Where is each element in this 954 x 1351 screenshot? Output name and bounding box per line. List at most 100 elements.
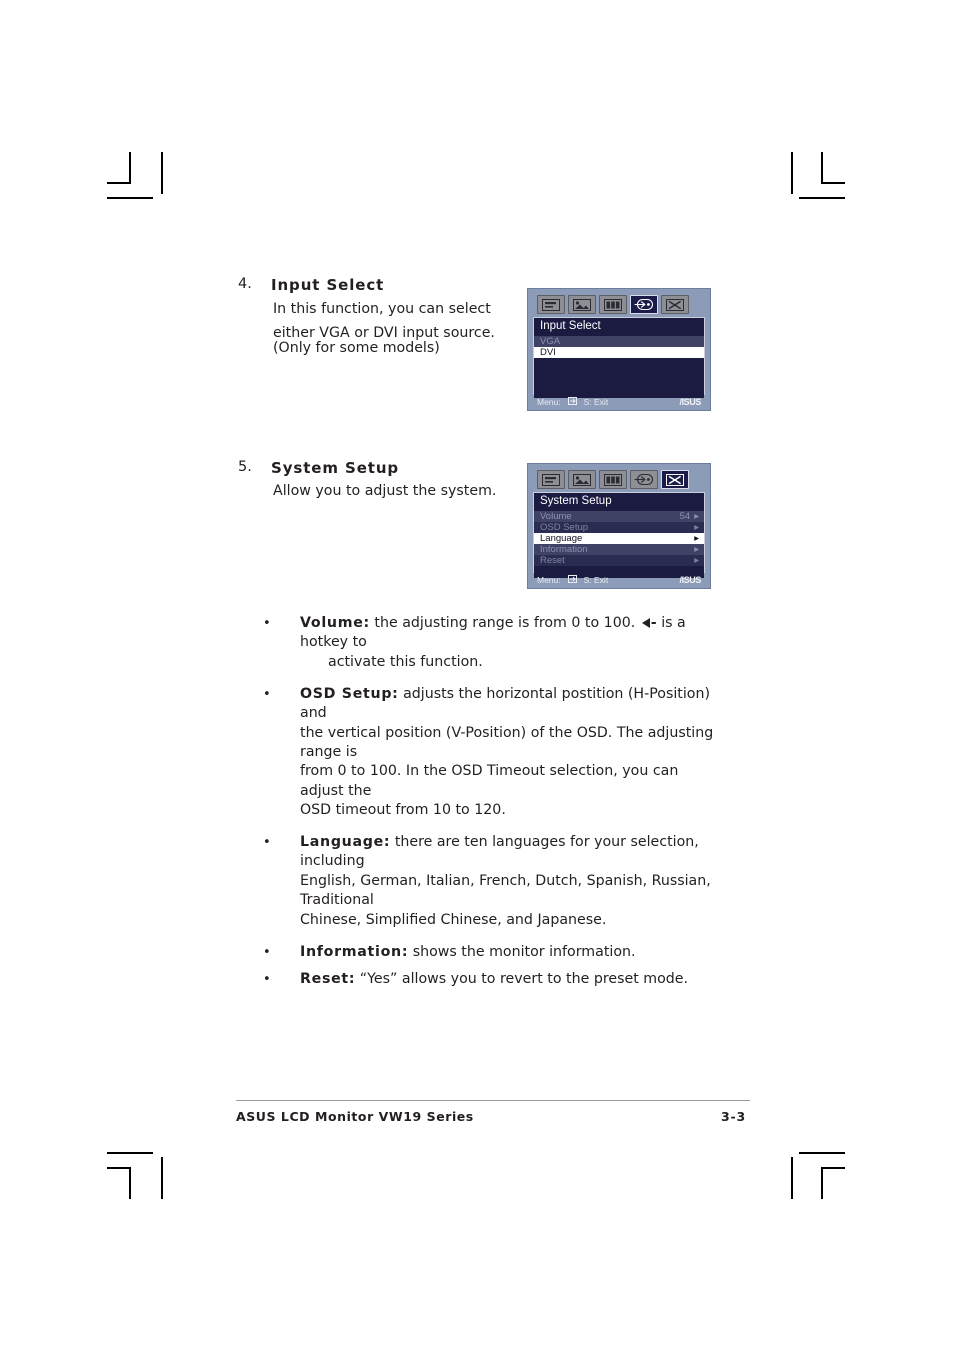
bullet-marker: • <box>263 972 271 987</box>
osd-footer: Menu: S: Exit /ISUS <box>533 395 705 409</box>
osd-row-label: Reset <box>540 555 565 566</box>
osd-row-label: DVI <box>540 347 556 358</box>
osd-footer-exit-label: S: Exit <box>583 397 609 407</box>
crop-mark-top-left <box>129 152 131 184</box>
section-number-5: 5. <box>238 459 252 475</box>
section-4-body-line3: (Only for some models) <box>273 340 440 356</box>
crop-mark-bottom-left <box>107 1152 153 1154</box>
bullet-item-osd-setup: • OSD Setup: adjusts the horizontal post… <box>263 685 723 821</box>
chevron-right-icon: ▸ <box>694 555 699 566</box>
system-setup-icon[interactable] <box>661 295 689 314</box>
system-setup-icon[interactable] <box>661 470 689 489</box>
crop-mark-top-left <box>107 197 153 199</box>
crop-mark-top-right <box>791 152 793 194</box>
bullet-language-line2: English, German, Italian, French, Dutch,… <box>300 872 711 909</box>
osd-icon-bar <box>533 469 705 492</box>
osd-row-reset[interactable]: Reset ▸ <box>534 555 704 566</box>
crop-mark-bottom-left <box>129 1167 131 1199</box>
osd-window-system-setup: System Setup Volume 54 ▸ OSD Setup ▸ Lan… <box>527 463 711 589</box>
bullet-marker: • <box>263 835 271 851</box>
crop-mark-top-right <box>799 197 845 199</box>
chevron-right-icon: ▸ <box>694 544 699 555</box>
bullet-label-osd-setup: OSD Setup: <box>300 685 399 702</box>
image-icon[interactable] <box>568 295 596 314</box>
osd-row-dvi[interactable]: DVI <box>534 347 704 358</box>
color-icon[interactable] <box>599 295 627 314</box>
menu-key-icon <box>567 575 577 585</box>
feature-bullet-list: • Volume: the adjusting range is from 0 … <box>263 614 723 997</box>
crop-mark-top-right <box>821 182 845 184</box>
splendid-icon[interactable] <box>537 470 565 489</box>
osd-footer: Menu: S: Exit /ISUS <box>533 573 705 587</box>
chevron-right-icon: ▸ <box>694 533 699 544</box>
footer-divider <box>236 1100 750 1101</box>
asus-brand-logo: /ISUS <box>679 575 701 585</box>
bullet-label-information: Information: <box>300 943 409 960</box>
section-heading-system-setup: System Setup <box>271 459 400 477</box>
bullet-reset-text: “Yes” allows you to revert to the preset… <box>359 971 689 987</box>
footer-page-number: 3-3 <box>721 1109 746 1124</box>
bullet-item-language: • Language: there are ten languages for … <box>263 833 723 930</box>
osd-window-input-select: Input Select VGA DVI Menu: S: Exit /ISUS <box>527 288 711 411</box>
osd-row-volume[interactable]: Volume 54 ▸ <box>534 511 704 522</box>
bullet-label-language: Language: <box>300 834 391 851</box>
left-arrow-hotkey-icon <box>641 618 650 628</box>
bullet-item-volume: • Volume: the adjusting range is from 0 … <box>263 614 723 672</box>
osd-menu-body-input-select: Input Select VGA DVI <box>533 317 705 398</box>
bullet-label-volume: Volume: <box>300 615 370 631</box>
image-icon[interactable] <box>568 470 596 489</box>
bullet-volume-line2: activate this function. <box>328 653 483 670</box>
section-heading-input-select: Input Select <box>271 276 385 294</box>
bullet-marker: • <box>263 616 271 631</box>
osd-footer-exit-label: S: Exit <box>583 575 609 585</box>
crop-mark-bottom-right <box>799 1152 845 1154</box>
crop-mark-bottom-left <box>107 1167 131 1169</box>
bullet-osd-setup-line2: the vertical position (V-Position) of th… <box>300 724 714 760</box>
osd-row-information[interactable]: Information ▸ <box>534 544 704 555</box>
osd-row-label: VGA <box>540 336 561 347</box>
splendid-icon[interactable] <box>537 295 565 314</box>
bullet-language-line3: Chinese, Simplified Chinese, and Japanes… <box>300 911 607 928</box>
bullet-information-text: shows the monitor information. <box>412 943 636 960</box>
osd-footer-menu-label: Menu: <box>537 397 561 407</box>
bullet-item-reset: • Reset: “Yes” allows you to revert to t… <box>263 970 723 989</box>
bullet-label-reset: Reset: <box>300 971 356 987</box>
osd-row-vga[interactable]: VGA <box>534 336 704 347</box>
osd-empty-area <box>534 358 704 398</box>
crop-mark-top-left <box>107 182 131 184</box>
osd-icon-bar <box>533 294 705 317</box>
footer-document-title: ASUS LCD Monitor VW19 Series <box>236 1109 474 1124</box>
osd-row-osd-setup[interactable]: OSD Setup ▸ <box>534 522 704 533</box>
bullet-osd-setup-line3: from 0 to 100. In the OSD Timeout select… <box>300 763 679 799</box>
osd-title: System Setup <box>540 495 612 507</box>
osd-row-label: Information <box>540 544 588 555</box>
section-5-body-line1: Allow you to adjust the system. <box>273 483 497 499</box>
osd-row-language[interactable]: Language ▸ <box>534 533 704 544</box>
bullet-item-information: • Information: shows the monitor informa… <box>263 943 723 962</box>
osd-row-label: Volume <box>540 511 572 522</box>
asus-brand-logo: /ISUS <box>679 397 701 407</box>
chevron-right-icon: ▸ <box>694 511 699 522</box>
crop-mark-top-right <box>821 152 823 184</box>
crop-mark-bottom-left <box>161 1157 163 1199</box>
osd-footer-menu-label: Menu: <box>537 575 561 585</box>
osd-row-value: 54 <box>679 511 691 522</box>
crop-mark-bottom-right <box>791 1157 793 1199</box>
input-select-icon[interactable] <box>630 470 658 489</box>
bullet-marker: • <box>263 944 271 960</box>
section-4-body-line1: In this function, you can select <box>273 301 491 317</box>
osd-row-label: OSD Setup <box>540 522 589 533</box>
osd-row-label: Language <box>540 533 583 544</box>
color-icon[interactable] <box>599 470 627 489</box>
chevron-right-icon: ▸ <box>694 522 699 533</box>
bullet-osd-setup-line4: OSD timeout from 10 to 120. <box>300 802 506 819</box>
input-select-icon[interactable] <box>630 295 658 314</box>
crop-mark-bottom-right <box>821 1167 845 1169</box>
menu-key-icon <box>567 397 577 407</box>
crop-mark-top-left <box>161 152 163 194</box>
section-number-4: 4. <box>238 276 252 292</box>
bullet-volume-text-before: the adjusting range is from 0 to 100. <box>374 615 636 631</box>
osd-menu-body-system-setup: System Setup Volume 54 ▸ OSD Setup ▸ Lan… <box>533 492 705 578</box>
bullet-marker: • <box>263 686 271 702</box>
osd-title: Input Select <box>540 320 601 332</box>
